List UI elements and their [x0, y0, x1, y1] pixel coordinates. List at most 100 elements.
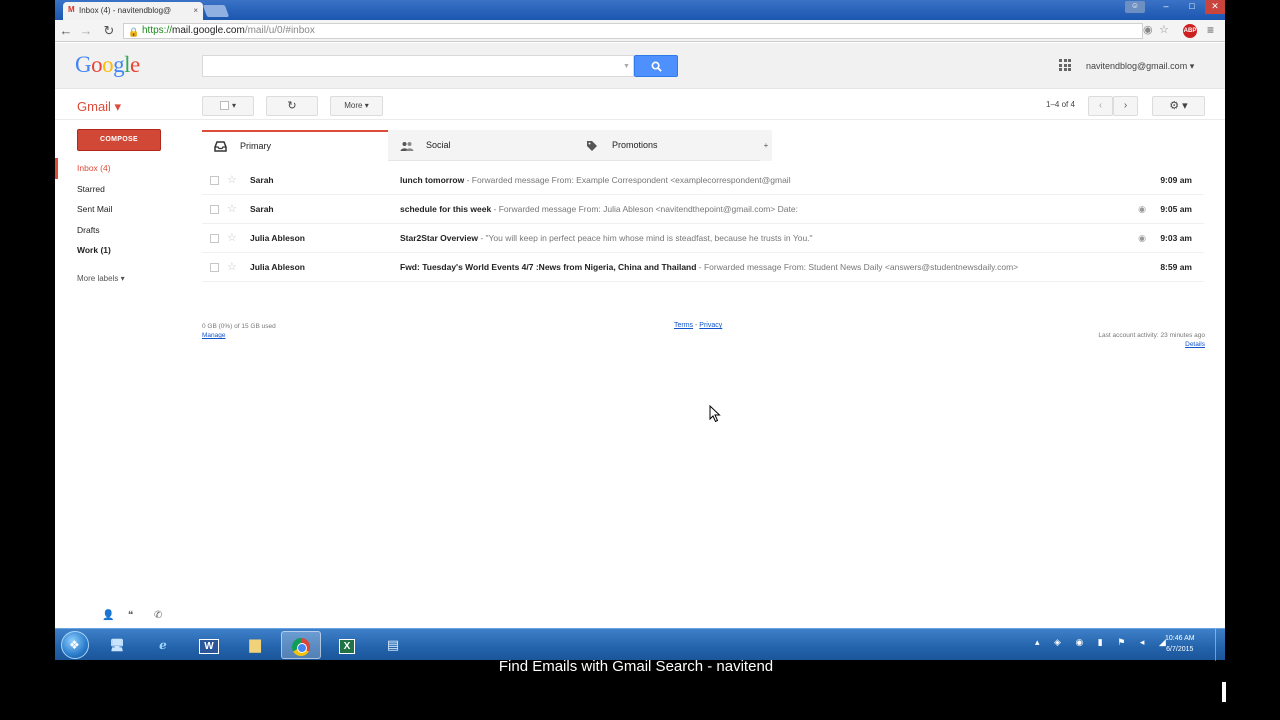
tab-primary[interactable]: Primary	[202, 130, 388, 161]
taskbar-notepad-icon[interactable]: ▤	[373, 631, 413, 659]
taskbar-excel-icon[interactable]: X	[327, 631, 367, 659]
tab-social[interactable]: Social	[388, 130, 574, 161]
search-input[interactable]	[202, 55, 634, 77]
back-arrow-icon[interactable]: ←	[57, 22, 75, 40]
email-row[interactable]: ☆ Sarah schedule for this week - Forwarded…	[202, 195, 1204, 224]
row-checkbox[interactable]	[210, 176, 219, 185]
storage-info: 0 GB (0%) of 15 GB used Manage	[202, 322, 276, 340]
storage-usage: 0 GB (0%) of 15 GB used	[202, 323, 276, 330]
search-button[interactable]	[634, 55, 678, 77]
hangouts-bar: 👤 ❝ ✆	[55, 605, 195, 627]
google-logo[interactable]: Google	[75, 52, 140, 78]
email-time: 9:05 am	[1160, 204, 1192, 214]
compose-button[interactable]: COMPOSE	[77, 129, 161, 151]
gmail-header: Google ▼ navitendblog@gmail.com ▾	[55, 43, 1225, 89]
logo-letter: o	[102, 52, 114, 77]
url-scheme: https://	[142, 25, 173, 36]
address-bar[interactable]: 🔒 https://mail.google.com/mail/u/0/#inbo…	[123, 23, 1143, 39]
tab-close-icon[interactable]: ×	[193, 6, 198, 15]
url-path: /mail/u/0/#inbox	[244, 25, 315, 36]
adblock-icon[interactable]: ABP	[1183, 24, 1197, 38]
important-eye-icon[interactable]: ◉	[1138, 204, 1146, 215]
account-activity: Last account activity: 23 minutes ago De…	[1098, 331, 1205, 349]
email-row[interactable]: ☆ Julia Ableson Fwd: Tuesday's World Event…	[202, 253, 1204, 282]
bookmark-star-icon[interactable]: ☆	[1159, 23, 1169, 36]
clock-time: 10:46 AM	[1165, 635, 1195, 642]
taskbar-folder-icon[interactable]: ▆	[235, 631, 275, 659]
more-labels-link[interactable]: More labels ▾	[77, 274, 125, 283]
url-host: mail.google.com	[172, 25, 245, 36]
logo-letter: o	[91, 52, 103, 77]
close-window-button[interactable]: ✕	[1205, 0, 1225, 14]
tab-strip: M Inbox (4) - navitendblog@ × ☺ – □ ✕	[55, 0, 1225, 20]
activity-details-link[interactable]: Details	[1098, 340, 1205, 349]
gmail-app-switcher[interactable]: Gmail ▾	[77, 99, 121, 115]
sidebar-item-inbox[interactable]: Inbox (4)	[55, 158, 195, 179]
taskbar-chrome-icon[interactable]	[281, 631, 321, 659]
extension-eye-icon[interactable]: ◉	[1143, 23, 1153, 36]
more-button[interactable]: More ▾	[330, 96, 383, 116]
sidebar-item-starred[interactable]: Starred	[55, 179, 195, 200]
manage-storage-link[interactable]: Manage	[202, 331, 276, 340]
excel-letter: X	[338, 639, 356, 654]
row-checkbox[interactable]	[210, 263, 219, 272]
maximize-button[interactable]: □	[1179, 0, 1205, 14]
email-snippet: - "You will keep in perfect peace him wh…	[477, 233, 813, 243]
letterbox-mark	[1222, 682, 1226, 702]
browser-tab-inbox[interactable]: M Inbox (4) - navitendblog@ ×	[63, 2, 203, 20]
letterbox-right	[1225, 0, 1280, 720]
search-options-caret-icon[interactable]: ▼	[623, 63, 630, 70]
star-icon[interactable]: ☆	[227, 231, 237, 244]
older-page-button[interactable]: ‹	[1088, 96, 1113, 116]
row-checkbox[interactable]	[210, 205, 219, 214]
new-tab-button[interactable]	[202, 5, 230, 17]
select-checkbox[interactable]	[219, 101, 229, 111]
email-subject-line: lunch tomorrow - Forwarded message From:…	[400, 175, 1130, 185]
logo-letter: e	[130, 52, 140, 77]
person-icon[interactable]: 👤	[102, 610, 114, 621]
hangouts-quote-icon[interactable]: ❝	[128, 610, 133, 621]
browser-tab-title: Inbox (4) - navitendblog@	[79, 6, 172, 15]
clock-date: 6/7/2015	[1166, 646, 1194, 653]
start-button[interactable]: ❖	[61, 631, 89, 659]
terms-link[interactable]: Terms	[674, 322, 693, 329]
tab-promotions[interactable]: Promotions	[574, 130, 760, 161]
forward-arrow-icon[interactable]: →	[77, 22, 95, 40]
privacy-link[interactable]: Privacy	[699, 322, 722, 329]
taskbar-word-icon[interactable]: W	[189, 631, 229, 659]
settings-gear-icon[interactable]: ⚙ ▾	[1152, 96, 1205, 116]
apps-grid-icon[interactable]	[1059, 59, 1071, 71]
profile-icon[interactable]: ☺	[1125, 1, 1145, 13]
show-desktop-button[interactable]	[1215, 629, 1225, 661]
label-nav: Inbox (4) Starred Sent Mail Drafts Work (1)	[55, 158, 195, 261]
add-tab-button[interactable]: +	[760, 130, 772, 161]
chrome-logo-icon	[292, 637, 310, 656]
sidebar-item-drafts[interactable]: Drafts	[55, 220, 195, 241]
menu-icon[interactable]: ≡	[1207, 23, 1214, 37]
tag-icon	[586, 130, 598, 161]
phone-icon[interactable]: ✆	[154, 610, 162, 621]
sidebar-item-work[interactable]: Work (1)	[55, 240, 195, 261]
refresh-button[interactable]: ↻	[266, 96, 318, 116]
newer-page-button[interactable]: ›	[1113, 96, 1138, 116]
star-icon[interactable]: ☆	[227, 202, 237, 215]
minimize-button[interactable]: –	[1153, 0, 1179, 14]
reload-icon[interactable]: ↻	[100, 22, 118, 40]
row-checkbox[interactable]	[210, 234, 219, 243]
email-subject: Star2Star Overview	[400, 233, 478, 243]
star-icon[interactable]: ☆	[227, 260, 237, 273]
email-row[interactable]: ☆ Sarah lunch tomorrow - Forwarded message…	[202, 166, 1204, 195]
select-all-button[interactable]: ▾	[202, 96, 254, 116]
email-row[interactable]: ☆ Julia Ableson Star2Star Overview - "You …	[202, 224, 1204, 253]
system-clock[interactable]: 10:46 AM 6/7/2015	[1165, 633, 1195, 655]
star-icon[interactable]: ☆	[227, 173, 237, 186]
taskbar-explorer-icon[interactable]: 🖥	[97, 631, 137, 659]
people-icon	[400, 130, 414, 161]
account-menu[interactable]: navitendblog@gmail.com ▾	[1086, 61, 1194, 72]
email-subject-line: Fwd: Tuesday's World Events 4/7 :News fr…	[400, 262, 1130, 272]
sidebar-item-sent-mail[interactable]: Sent Mail	[55, 199, 195, 220]
important-eye-icon[interactable]: ◉	[1138, 233, 1146, 244]
taskbar-ie-icon[interactable]: ℯ	[143, 631, 183, 659]
tab-social-label: Social	[426, 140, 451, 150]
system-tray[interactable]: ▴ ◈ ◉ ▮ ⚑ ◂ ◢	[1035, 637, 1172, 648]
